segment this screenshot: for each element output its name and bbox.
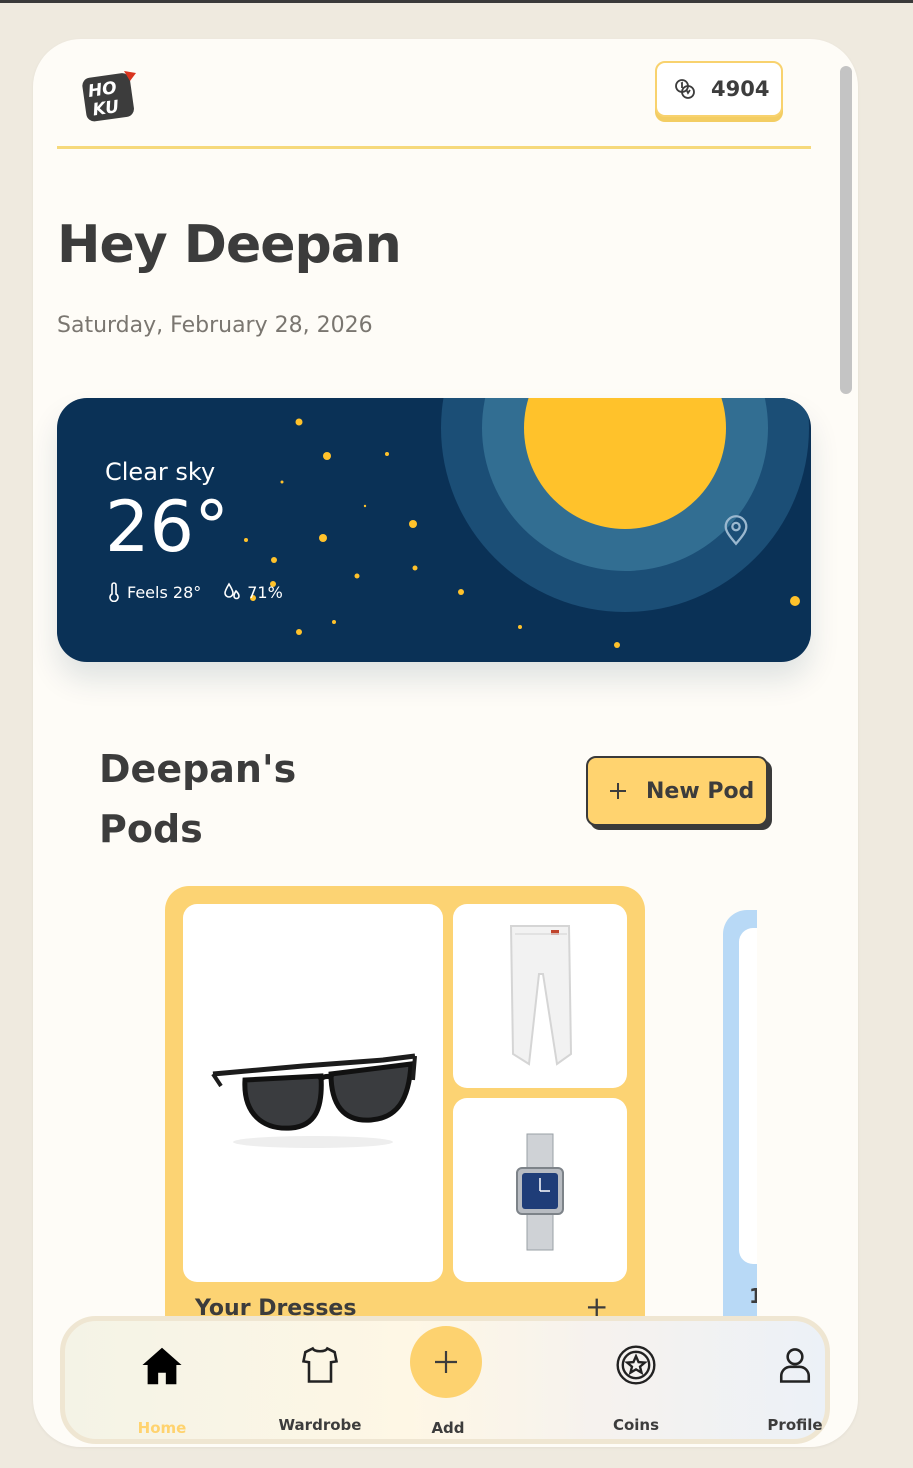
weather-condition: Clear sky [105,458,216,486]
user-icon [779,1348,811,1383]
coin-balance-value: 4904 [711,77,770,101]
nav-add[interactable]: Add [410,1321,482,1439]
coin-star-icon [616,1345,656,1385]
page-title: Hey Deepan [57,215,402,275]
hoku-logo[interactable]: HO KU [80,67,140,125]
feels-like: Feels 28° [127,582,202,602]
coins-icon [675,79,695,99]
nav-profile-label: Profile [767,1416,823,1434]
nav-home[interactable]: Home [102,1321,222,1439]
pod-card-secondary[interactable]: 1 [723,910,757,1350]
new-pod-label: New Pod [646,778,755,804]
watch-image [516,1133,564,1251]
sunglasses-image [211,1053,417,1148]
pod-item-wristwatch[interactable] [453,1098,627,1282]
nav-profile[interactable]: Profile [735,1321,855,1439]
current-date: Saturday, February 28, 2026 [57,313,373,338]
coin-balance-badge[interactable]: 4904 [655,61,783,117]
home-icon [142,1347,182,1385]
nav-home-label: Home [137,1419,187,1437]
pod-card-secondary-image [739,928,757,1264]
new-pod-button[interactable]: New Pod [586,756,768,826]
weather-temperature: 26° [105,486,230,568]
add-button[interactable] [410,1326,482,1398]
header-divider [57,146,811,149]
pod-item-white-jeans[interactable] [453,904,627,1088]
pods-section-title: Deepan's Pods [99,747,297,851]
pod-card[interactable]: Your Dresses + [165,886,645,1346]
nav-coins-label: Coins [612,1416,660,1434]
bottom-navigation: Home Wardrobe Add Coins Profile [60,1316,830,1444]
humidity-value: 71% [247,582,283,602]
nav-add-label: Add [431,1419,465,1437]
svg-text:KU: KU [91,97,120,121]
weather-details: Feels 28° 71% [107,582,283,602]
scrollbar-thumb[interactable] [840,66,852,394]
pod-card-secondary-label: 1 [749,1284,757,1308]
humidity-icon [224,582,241,600]
weather-card[interactable]: Clear sky 26° Feels 28° 71% [57,398,811,662]
nav-wardrobe-label: Wardrobe [278,1416,362,1434]
plus-icon [435,1351,457,1373]
window-top-border [0,0,913,3]
nav-wardrobe[interactable]: Wardrobe [260,1321,380,1439]
shirt-icon [301,1346,339,1383]
thermometer-icon [109,582,119,602]
jeans-image [509,925,573,1066]
app-screen: HO KU 4904 Hey Deepan Saturday, February… [33,39,858,1447]
nav-coins[interactable]: Coins [576,1321,696,1439]
plus-icon [610,783,626,799]
pod-item-sunglasses[interactable] [183,904,443,1282]
location-pin-icon[interactable] [722,514,750,546]
